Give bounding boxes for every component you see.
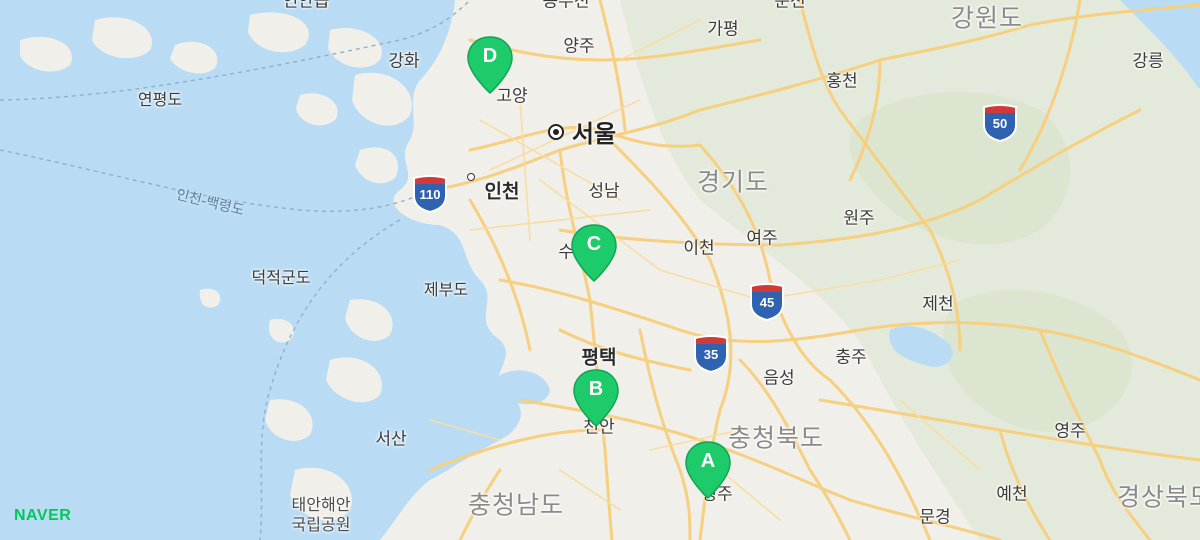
- place-label-yeonpyeongdo[interactable]: 연평도: [138, 92, 182, 108]
- national-park-label[interactable]: 태안해안 국립공원: [292, 495, 351, 535]
- highway-shield-icon: 110: [410, 174, 450, 214]
- city-dot-icon: [467, 173, 475, 181]
- highway-shield-icon: 45: [747, 282, 787, 322]
- place-label-ganghwa[interactable]: 강화: [388, 53, 419, 71]
- place-label-hongcheon[interactable]: 홍천: [826, 73, 857, 91]
- place-label-yeoju[interactable]: 여주: [746, 230, 777, 248]
- highway-shield-icon: 35: [691, 334, 731, 374]
- region-label-gyeonggi: 경기도: [696, 167, 770, 197]
- map-marker-c[interactable]: C: [570, 223, 618, 283]
- region-label-chungnam: 충청남도: [467, 490, 565, 520]
- place-label-gapyeong[interactable]: 가평: [707, 21, 738, 39]
- place-label-jebudo[interactable]: 제부도: [424, 282, 468, 298]
- highway-number: 35: [703, 347, 719, 362]
- marker-letter: A: [700, 450, 716, 472]
- place-label-incheon[interactable]: 인천: [485, 182, 520, 202]
- park-label-line2: 국립공원: [291, 515, 351, 534]
- place-label-yangju[interactable]: 양주: [563, 38, 594, 56]
- highway-number: 45: [759, 295, 775, 310]
- place-label-gangneung[interactable]: 강릉: [1132, 53, 1163, 71]
- place-label-chuncheon: 춘천: [774, 0, 806, 12]
- region-label-gyeongbuk: 경상북도: [1116, 482, 1200, 512]
- map-marker-b[interactable]: B: [572, 368, 620, 428]
- place-label-pyeongtaek[interactable]: 평택: [582, 348, 617, 368]
- place-label-icheon[interactable]: 이천: [683, 240, 714, 258]
- highway-number: 110: [419, 187, 441, 202]
- place-label-mungyeong[interactable]: 문경: [919, 509, 950, 527]
- map-marker-d[interactable]: D: [466, 35, 514, 95]
- place-label-yecheon[interactable]: 예천: [996, 486, 1027, 504]
- marker-letter: D: [482, 45, 498, 67]
- place-label-eumseong[interactable]: 음성: [763, 370, 794, 388]
- place-label-seosan[interactable]: 서산: [375, 431, 406, 449]
- marker-letter: B: [588, 378, 604, 400]
- naver-logo[interactable]: NAVER: [14, 507, 71, 525]
- place-label-jecheon[interactable]: 제천: [922, 296, 953, 314]
- place-label-dongducheon: 동두천: [542, 0, 590, 12]
- region-label-gangwon: 강원도: [950, 3, 1024, 33]
- place-label-chungju[interactable]: 충주: [835, 349, 866, 367]
- place-label-seoul[interactable]: 서울: [572, 122, 616, 146]
- marker-letter: C: [586, 233, 602, 255]
- region-label-chungbuk: 충청북도: [727, 423, 825, 453]
- capital-marker-icon: [548, 124, 564, 140]
- highway-shield-icon: 50: [980, 103, 1020, 143]
- place-label-deokjeokgundo[interactable]: 덕적군도: [252, 270, 311, 286]
- map-marker-a[interactable]: A: [684, 440, 732, 500]
- place-label-yeonan: 연안읍: [282, 0, 330, 12]
- place-label-seongnam[interactable]: 성남: [588, 183, 619, 201]
- place-label-yeongju[interactable]: 영주: [1054, 423, 1085, 441]
- highway-number: 50: [992, 116, 1008, 131]
- map-view[interactable]: 강원도 경기도 충청북도 충청남도 경상북도 연안읍 동두천 춘천 서울 인천 …: [0, 0, 1200, 540]
- place-label-wonju[interactable]: 원주: [843, 210, 874, 228]
- park-label-line1: 태안해안: [291, 495, 351, 514]
